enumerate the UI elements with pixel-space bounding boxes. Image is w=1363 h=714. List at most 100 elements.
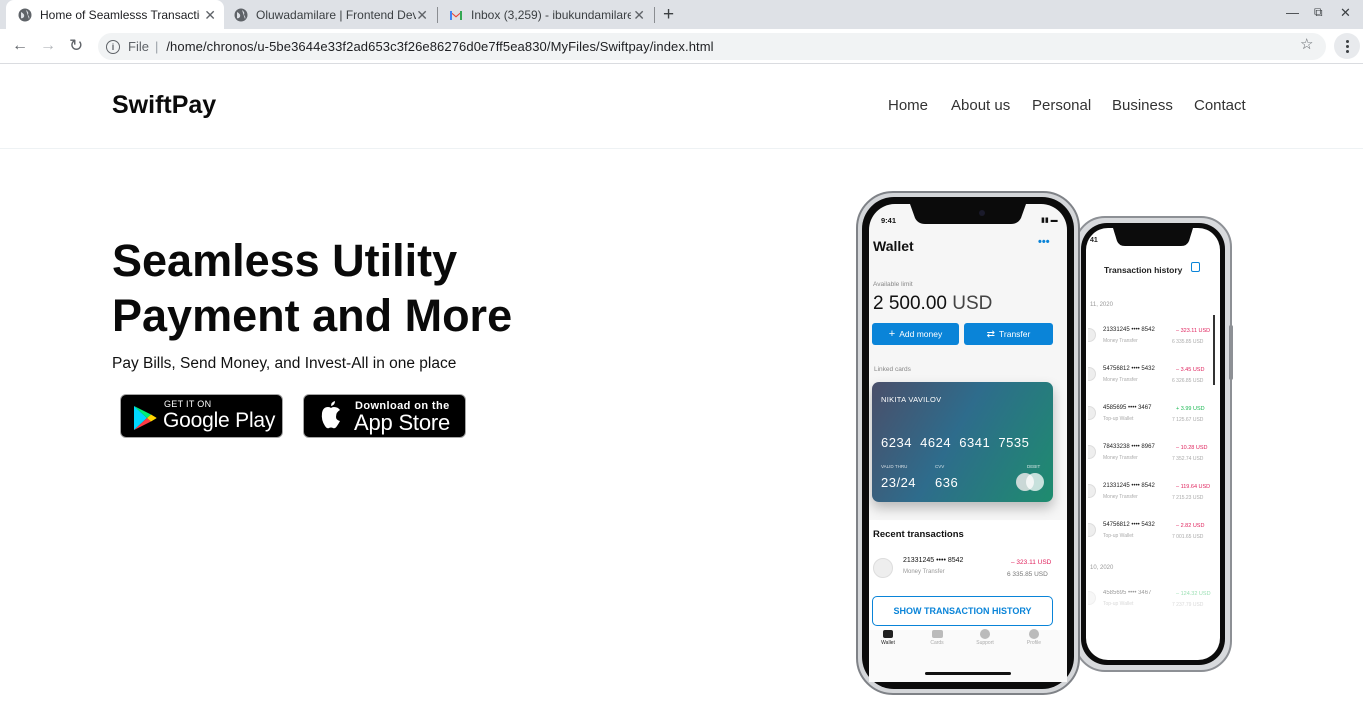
- back-tx-balance: 7 237.79 USD: [1172, 602, 1204, 608]
- add-money-label: Add money: [899, 329, 943, 339]
- recent-transactions-title: Recent transactions: [873, 529, 964, 540]
- back-screen-title: Transaction history: [1104, 265, 1183, 275]
- reload-icon[interactable]: ↻: [69, 36, 83, 56]
- close-icon[interactable]: ✕: [633, 7, 645, 24]
- tab-cards-label: Cards: [930, 640, 944, 646]
- back-tx-type: Top-up Wallet: [1103, 601, 1134, 607]
- back-transaction-row[interactable]: 54756812 •••• 5432 Top-up Wallet – 2.82 US…: [1088, 519, 1218, 549]
- back-transaction-row[interactable]: 4585695 •••• 3467 Top-up Wallet + 3.99 USD…: [1088, 402, 1218, 432]
- back-tx-balance: 7 215.23 USD: [1172, 495, 1204, 501]
- bottom-tab-bar: Wallet Cards Support Profile: [869, 628, 1067, 658]
- back-transaction-row[interactable]: 4585695 •••• 3467 Top-up Wallet – 124.32 U…: [1088, 587, 1218, 617]
- info-icon[interactable]: i: [106, 39, 120, 54]
- transfer-label: Transfer: [999, 329, 1031, 339]
- app-store-badge[interactable]: Download on the App Store: [303, 394, 466, 438]
- hero-title-line1: Seamless Utility: [112, 235, 458, 286]
- tab-profile-label: Profile: [1026, 640, 1042, 646]
- back-transaction-row[interactable]: 54756812 •••• 5432 Money Transfer – 3.45 U…: [1088, 363, 1218, 393]
- google-play-icon: [134, 406, 157, 430]
- restore-icon[interactable]: ⧉: [1314, 5, 1323, 20]
- tab-support-label: Support: [976, 640, 994, 646]
- site-logo[interactable]: SwiftPay: [112, 91, 216, 120]
- tab-gmail[interactable]: Inbox (3,259) - ibukundamilareto ✕: [437, 0, 653, 29]
- globe-icon: [234, 8, 248, 21]
- browser-menu-icon[interactable]: [1334, 33, 1360, 59]
- bank-icon: [1088, 328, 1096, 342]
- nav-personal[interactable]: Personal: [1032, 97, 1091, 114]
- forward-arrow-icon[interactable]: →: [40, 37, 56, 55]
- recent-transaction-row[interactable]: 21331245 •••• 8542 Money Transfer – 323.…: [873, 554, 1053, 582]
- bank-icon: [1088, 591, 1096, 605]
- back-tx-type: Top-up Wallet: [1103, 533, 1134, 539]
- bank-icon: [1088, 406, 1096, 420]
- tx-type: Money Transfer: [903, 569, 945, 575]
- back-tx-amount: – 2.82 USD: [1176, 523, 1205, 529]
- google-play-badge[interactable]: GET IT ON Google Play: [120, 394, 283, 438]
- available-limit-label: Available limit: [873, 281, 913, 288]
- back-tx-balance: 6 335.85 USD: [1172, 339, 1204, 345]
- back-transaction-row[interactable]: 21331245 •••• 8542 Money Transfer – 119.64…: [1088, 480, 1218, 510]
- cards-icon: [931, 630, 943, 638]
- card-number: 6234 4624 6341 7535: [881, 435, 1030, 450]
- tab-wallet-label: Wallet: [881, 640, 895, 646]
- url-text: /home/chronos/u-5be3644e33f2ad653c3f26e8…: [166, 39, 714, 54]
- tab-cards[interactable]: Cards: [927, 628, 947, 646]
- minimize-icon[interactable]: —: [1286, 5, 1299, 20]
- back-tx-number: 78433238 •••• 8967: [1103, 444, 1155, 450]
- front-status-time: 9:41: [881, 216, 897, 225]
- bookmark-star-icon[interactable]: ☆: [1300, 35, 1313, 53]
- new-tab-plus-icon[interactable]: +: [663, 4, 674, 26]
- apple-badge-big-text: App Store: [354, 410, 451, 435]
- tab-wallet[interactable]: Wallet: [881, 628, 895, 646]
- debit-label: DEBIT: [1027, 464, 1041, 469]
- site-header: SwiftPay Home About us Personal Business…: [0, 64, 1363, 149]
- url-field[interactable]: i File | /home/chronos/u-5be3644e33f2ad6…: [98, 33, 1326, 60]
- wallet-amount: 2 500.00 USD: [873, 293, 992, 315]
- wallet-amount-value: 2 500.00: [873, 293, 947, 314]
- tab-separator: [654, 7, 655, 23]
- valid-thru-label: VALID THRU: [881, 464, 908, 469]
- back-tx-amount: – 10.28 USD: [1176, 445, 1208, 451]
- tab-swiftpay[interactable]: Home of Seamlesss Transaction ✕: [6, 0, 224, 29]
- back-tx-type: Money Transfer: [1103, 377, 1138, 383]
- nav-home[interactable]: Home: [888, 97, 928, 114]
- close-icon[interactable]: ✕: [416, 7, 428, 24]
- back-tx-type: Money Transfer: [1103, 338, 1138, 344]
- plus-icon: +: [888, 328, 896, 340]
- tab-title: Home of Seamlesss Transaction: [40, 7, 200, 22]
- browser-tab-bar: Home of Seamlesss Transaction ✕ Oluwadam…: [0, 0, 1363, 29]
- apple-icon: [321, 401, 340, 429]
- front-phone-screen: 9:41 ▮▮ ▬ Wallet ••• Available limit 2 5…: [869, 204, 1067, 682]
- nav-business[interactable]: Business: [1112, 97, 1173, 114]
- tab-portfolio[interactable]: Oluwadamilare | Frontend Devel ✕: [222, 0, 436, 29]
- back-date-1: 11, 2020: [1090, 302, 1113, 308]
- close-icon[interactable]: ✕: [204, 7, 216, 24]
- back-arrow-icon[interactable]: ←: [12, 37, 28, 55]
- bank-icon: [1088, 523, 1096, 537]
- calendar-icon: [1191, 262, 1200, 272]
- transfer-button[interactable]: ⇄ Transfer: [964, 323, 1053, 345]
- back-transaction-row[interactable]: 78433238 •••• 8967 Money Transfer – 10.28 …: [1088, 441, 1218, 471]
- back-transaction-row[interactable]: 21331245 •••• 8542 Money Transfer – 323.11…: [1088, 324, 1218, 354]
- show-history-label: SHOW TRANSACTION HISTORY: [893, 606, 1032, 616]
- back-status-time: 41: [1090, 237, 1098, 244]
- wallet-currency: USD: [952, 293, 993, 314]
- tab-title: Inbox (3,259) - ibukundamilareto: [471, 7, 631, 22]
- hero-title: Seamless Utility Payment and More: [112, 233, 532, 343]
- transfer-arrows-icon: ⇄: [986, 328, 996, 340]
- nav-about-us[interactable]: About us: [951, 97, 1010, 114]
- add-money-button[interactable]: + Add money: [872, 323, 959, 345]
- back-tx-number: 4585695 •••• 3467: [1103, 590, 1152, 596]
- window-close-icon[interactable]: ✕: [1340, 5, 1351, 21]
- show-transaction-history-button[interactable]: SHOW TRANSACTION HISTORY: [872, 596, 1053, 626]
- cvv-label: CVV: [935, 464, 945, 469]
- card-holder: NIKITA VAVILOV: [881, 395, 942, 404]
- tab-profile[interactable]: Profile: [1023, 628, 1045, 646]
- scheme-divider: |: [154, 39, 159, 54]
- tab-support[interactable]: Support: [973, 628, 997, 646]
- nav-contact[interactable]: Contact: [1194, 97, 1246, 114]
- more-dots-icon[interactable]: •••: [1038, 236, 1050, 248]
- bank-icon: [1088, 367, 1096, 381]
- back-tx-number: 54756812 •••• 5432: [1103, 522, 1155, 528]
- bank-card[interactable]: NIKITA VAVILOV 6234 4624 6341 7535 VALID…: [872, 382, 1053, 502]
